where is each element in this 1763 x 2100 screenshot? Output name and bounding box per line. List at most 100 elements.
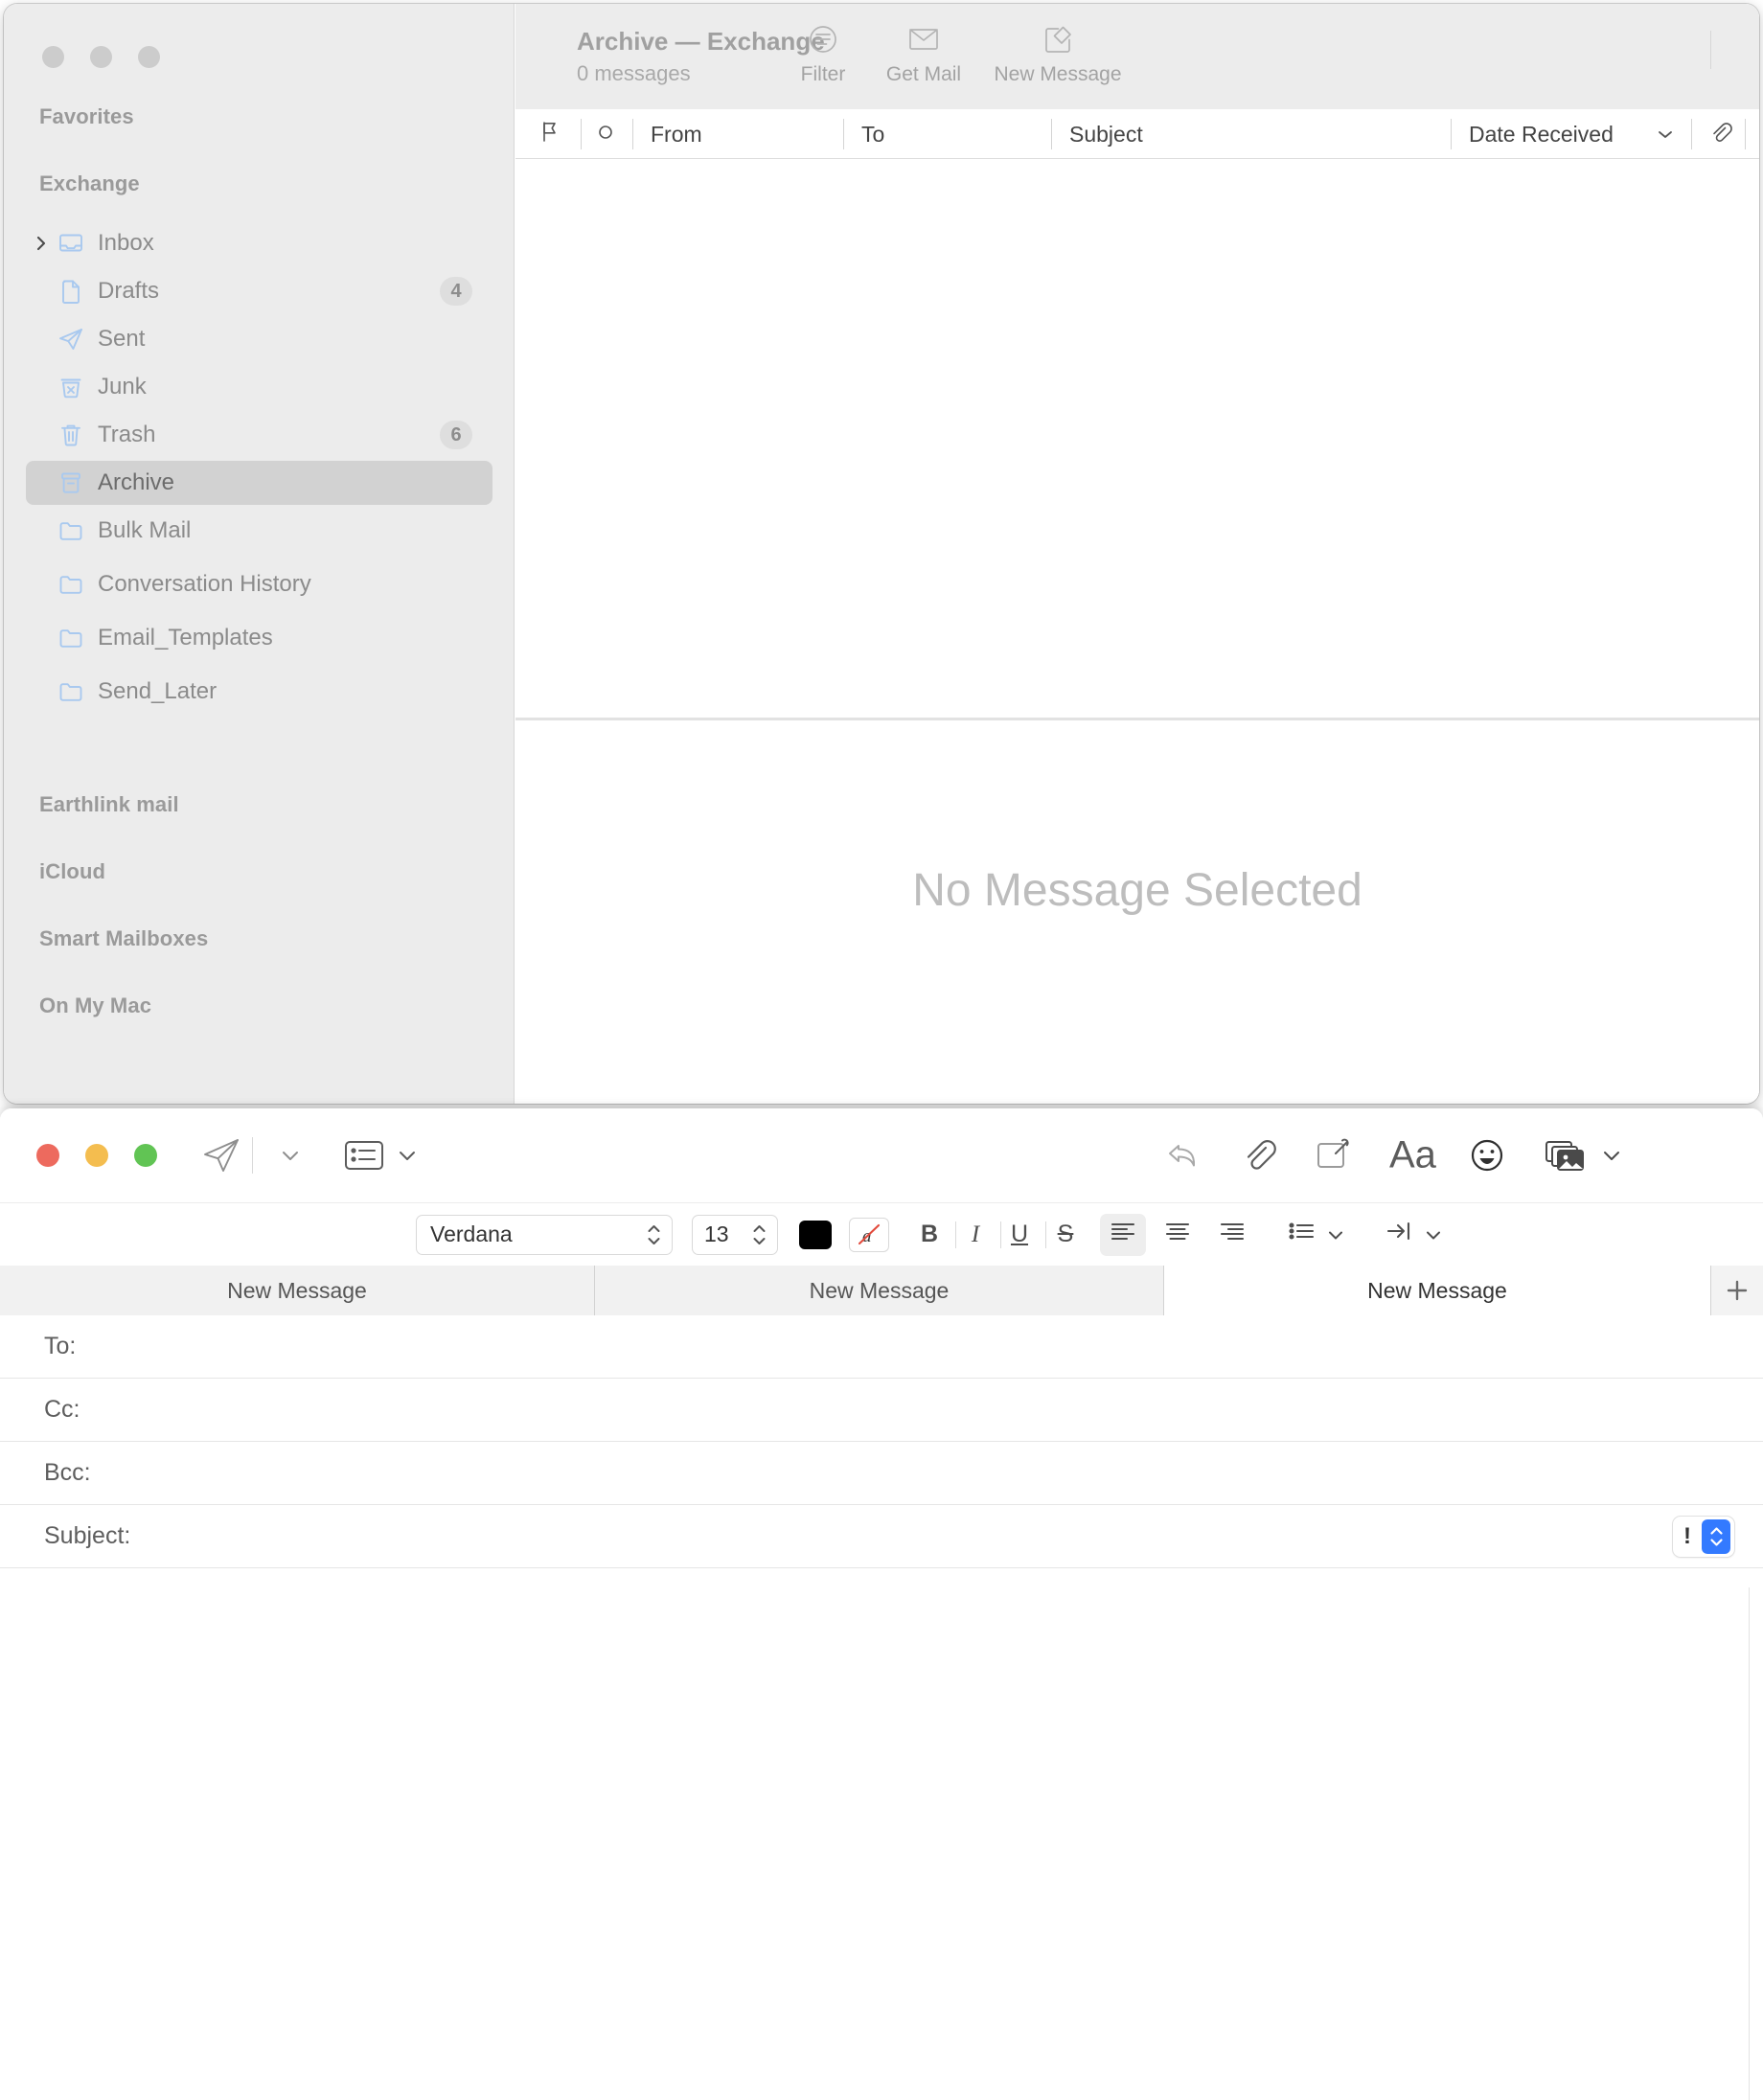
indent-button[interactable] xyxy=(1380,1214,1418,1256)
header-fields-menu[interactable] xyxy=(393,1141,422,1170)
zoom-button[interactable] xyxy=(138,46,160,68)
new-tab-button[interactable] xyxy=(1710,1266,1763,1315)
list-menu[interactable] xyxy=(1322,1214,1349,1256)
bulleted-list-icon xyxy=(1287,1219,1316,1250)
sidebar-item-junk[interactable]: Junk xyxy=(26,365,492,409)
mail-main-area: Archive — Exchange 0 messages Filter Get… xyxy=(515,4,1759,1104)
message-body-editor[interactable] xyxy=(0,1587,1763,2100)
font-family-value: Verdana xyxy=(430,1221,513,1246)
attach-paperclip-icon[interactable] xyxy=(1236,1133,1280,1177)
folder-icon xyxy=(57,625,84,651)
column-attachment[interactable] xyxy=(1707,109,1732,159)
align-center-icon xyxy=(1163,1219,1192,1250)
sort-indicator[interactable] xyxy=(1654,109,1677,159)
column-date-received[interactable]: Date Received xyxy=(1469,109,1614,159)
sidebar-item-trash[interactable]: Trash 6 xyxy=(26,413,492,457)
button-label: Get Mail xyxy=(885,63,962,85)
chevron-updown-icon[interactable] xyxy=(751,1222,767,1246)
sidebar-item-sent[interactable]: Sent xyxy=(26,317,492,361)
to-label: To: xyxy=(44,1333,77,1359)
priority-stepper-arrows[interactable] xyxy=(1702,1518,1730,1554)
cc-field-row[interactable]: Cc: xyxy=(0,1379,1763,1442)
sidebar-section-on-my-mac[interactable]: On My Mac xyxy=(39,993,151,1018)
sidebar-item-bulk-mail[interactable]: Bulk Mail xyxy=(26,509,492,553)
sidebar-section-icloud[interactable]: iCloud xyxy=(39,859,105,884)
underline-button[interactable]: U xyxy=(1002,1214,1037,1256)
mail-toolbar: Archive — Exchange 0 messages Filter Get… xyxy=(515,4,1759,109)
font-family-select[interactable]: Verdana xyxy=(416,1214,673,1255)
compose-traffic-lights[interactable] xyxy=(36,1144,157,1167)
message-preview-pane: No Message Selected xyxy=(515,720,1759,1104)
align-left-icon xyxy=(1109,1219,1137,1250)
italic-button[interactable]: I xyxy=(958,1214,993,1256)
align-right-button[interactable] xyxy=(1209,1214,1255,1256)
column-unread[interactable] xyxy=(596,109,615,159)
message-list[interactable] xyxy=(515,159,1759,718)
list-button[interactable] xyxy=(1282,1214,1320,1256)
compose-tab-bar: New Message New Message New Message xyxy=(0,1266,1763,1315)
no-fill-color-button[interactable]: a xyxy=(849,1217,889,1252)
priority-stepper[interactable]: ! xyxy=(1673,1516,1734,1557)
filter-icon xyxy=(805,19,841,59)
flag-icon xyxy=(538,119,562,149)
tab-label: New Message xyxy=(809,1277,950,1303)
close-button[interactable] xyxy=(42,46,64,68)
bold-button[interactable]: B xyxy=(912,1214,947,1256)
column-from[interactable]: From xyxy=(651,109,702,159)
sidebar-item-send-later[interactable]: Send_Later xyxy=(26,670,492,714)
chevron-right-icon[interactable] xyxy=(33,235,50,252)
tab-new-message-1[interactable]: New Message xyxy=(0,1266,595,1315)
sidebar-item-archive[interactable]: Archive xyxy=(26,461,492,505)
text-color-swatch[interactable] xyxy=(799,1220,832,1249)
body-scrollbar[interactable] xyxy=(1749,1587,1763,2100)
sidebar-item-conversation-history[interactable]: Conversation History xyxy=(26,562,492,606)
reply-arrow-icon[interactable] xyxy=(1161,1133,1205,1177)
archive-box-icon xyxy=(57,469,84,496)
sidebar-item-email-templates[interactable]: Email_Templates xyxy=(26,616,492,660)
chevron-updown-icon[interactable] xyxy=(646,1222,662,1246)
bcc-field-row[interactable]: Bcc: xyxy=(0,1442,1763,1505)
new-message-button[interactable]: New Message xyxy=(962,19,1154,96)
column-to[interactable]: To xyxy=(861,109,884,159)
reply-button[interactable]: Reply xyxy=(1742,19,1759,96)
to-field-row[interactable]: To: xyxy=(0,1315,1763,1379)
align-center-button[interactable] xyxy=(1155,1214,1201,1256)
sidebar-section-smart-mailboxes[interactable]: Smart Mailboxes xyxy=(39,926,208,951)
font-size-select[interactable]: 13 xyxy=(692,1214,778,1255)
align-left-button[interactable] xyxy=(1100,1213,1146,1256)
button-label: Filter xyxy=(800,63,846,85)
header-fields-button[interactable] xyxy=(343,1138,385,1173)
folder-icon xyxy=(57,517,84,544)
photo-browser-icon[interactable] xyxy=(1543,1134,1589,1176)
column-subject[interactable]: Subject xyxy=(1069,109,1143,159)
photo-browser-menu[interactable] xyxy=(1598,1142,1625,1169)
sidebar-item-label: Drafts xyxy=(98,278,160,304)
compose-minimize-button[interactable] xyxy=(85,1144,108,1167)
emoji-smiley-icon[interactable] xyxy=(1466,1134,1508,1176)
mail-window: Favorites Exchange Inbox Drafts 4 Sent J… xyxy=(4,4,1759,1104)
sidebar-item-inbox[interactable]: Inbox xyxy=(26,221,492,265)
sidebar-item-label: Archive xyxy=(98,469,175,495)
sidebar-section-earthlink-mail[interactable]: Earthlink mail xyxy=(39,792,179,817)
strikethrough-button[interactable]: S xyxy=(1048,1214,1083,1256)
compose-close-button[interactable] xyxy=(36,1144,59,1167)
tab-new-message-2[interactable]: New Message xyxy=(595,1266,1164,1315)
no-message-selected-text: No Message Selected xyxy=(912,864,1362,916)
mail-window-traffic-lights[interactable] xyxy=(42,46,160,68)
tab-label: New Message xyxy=(1367,1277,1507,1303)
sidebar-item-drafts[interactable]: Drafts 4 xyxy=(26,269,492,313)
sidebar-item-label: Email_Templates xyxy=(98,625,273,651)
tab-new-message-3[interactable]: New Message xyxy=(1164,1266,1710,1315)
markup-icon[interactable] xyxy=(1311,1133,1355,1177)
sidebar-item-label: Trash xyxy=(98,422,156,447)
minimize-button[interactable] xyxy=(90,46,112,68)
send-button[interactable] xyxy=(199,1133,243,1177)
subject-field-row[interactable]: Subject: ! xyxy=(0,1505,1763,1568)
button-label: New Message xyxy=(994,63,1122,85)
send-options-menu[interactable] xyxy=(276,1141,305,1170)
format-aa-button[interactable]: Aa xyxy=(1389,1134,1436,1177)
column-flag[interactable] xyxy=(538,109,562,159)
sidebar-item-label: Bulk Mail xyxy=(98,517,192,543)
compose-zoom-button[interactable] xyxy=(134,1144,157,1167)
indent-menu[interactable] xyxy=(1420,1214,1447,1256)
